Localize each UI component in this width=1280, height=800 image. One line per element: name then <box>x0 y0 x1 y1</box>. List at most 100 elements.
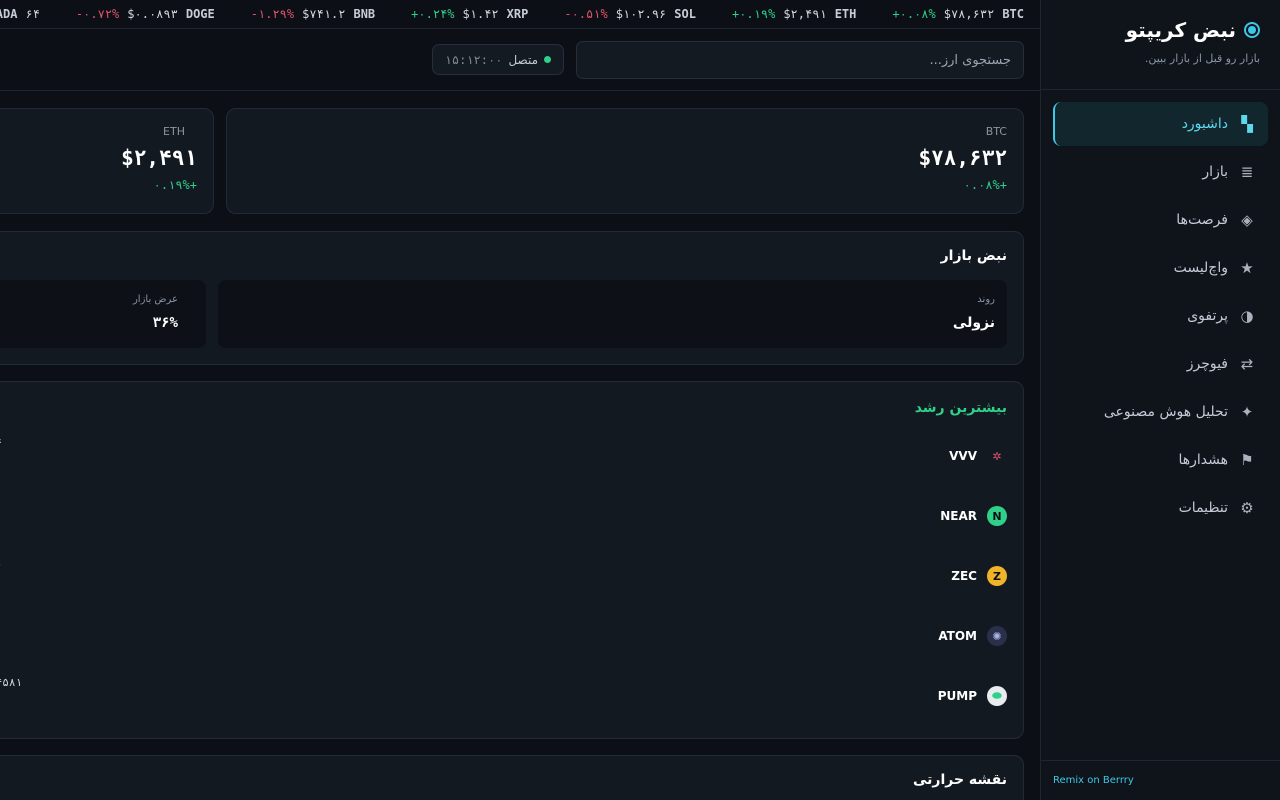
gainer-symbol: VVV <box>949 449 977 463</box>
ticker-change: -۱.۲۹% <box>250 7 295 21</box>
gainer-row-near[interactable]: N NEAR <box>940 501 1007 531</box>
pulse-box-breadth: عرض بازار ۳۶% <box>0 280 206 348</box>
search-input[interactable] <box>576 41 1024 79</box>
gainer-price: ۸۶ <box>0 436 2 449</box>
nav-item-label: هشدارها <box>1178 452 1228 468</box>
gainer-symbol: ZEC <box>951 569 977 583</box>
top-gainers-panel: بیشترین رشد ✲ VVV ۸۶ %+ N NEAR ۱ %+ Z ZE… <box>0 381 1024 739</box>
nav-item-futures[interactable]: ⇄ فیوچرز <box>1053 342 1268 386</box>
brand-row: نبض کریپتو <box>1061 18 1260 42</box>
flag-icon: ⚑ <box>1240 451 1254 469</box>
sidebar: نبض کریپتو بازار رو قبل از بازار ببین. ▚… <box>1040 0 1280 800</box>
gainer-price: ۷۱ <box>0 556 2 569</box>
ticker-change: +۰.۰۸% <box>892 7 936 21</box>
ticker-symbol: ETH <box>834 7 857 21</box>
ticker-symbol: BNB <box>353 7 376 21</box>
price-card-value: $۲,۴۹۱ <box>121 146 197 170</box>
ticker-price: ۶۴ <box>25 7 40 21</box>
gainer-row-zec[interactable]: Z ZEC <box>951 561 1007 591</box>
price-card-change: +۰.۰۸% <box>963 178 1007 192</box>
nav-item-opportunities[interactable]: ◈ فرصت‌ها <box>1053 198 1268 242</box>
ticker-item-btc[interactable]: +۰.۰۸% $۷۸,۶۳۲ BTC <box>892 7 1024 21</box>
price-card-btc[interactable]: BTC $۷۸,۶۳۲ +۰.۰۸% <box>226 108 1024 214</box>
nav-item-label: واچ‌لیست <box>1173 260 1228 276</box>
nav-item-label: بازار <box>1202 164 1228 180</box>
nav-item-dashboard[interactable]: ▚ داشبورد <box>1053 102 1268 146</box>
price-card-change: +۰.۱۹% <box>153 178 197 192</box>
nav-item-label: فرصت‌ها <box>1176 212 1228 228</box>
dashboard-icon: ▚ <box>1241 115 1253 133</box>
gainer-row-atom[interactable]: ✺ ATOM <box>938 621 1007 651</box>
nav-item-portfolio[interactable]: ◑ پرتفوی <box>1053 294 1268 338</box>
ticker-change: -۰.۵۱% <box>564 7 608 21</box>
pulse-box-label: عرض بازار <box>132 294 178 305</box>
gainer-row-vvv[interactable]: ✲ VVV <box>949 441 1007 471</box>
pulse-box-value: ۳۶% <box>152 315 178 331</box>
ticker-price: $۱.۴۲ <box>462 7 499 21</box>
nav-item-label: پرتفوی <box>1187 308 1228 324</box>
ticker-item-bnb[interactable]: -۱.۲۹% $۷۴۱.۲ BNB <box>251 7 375 21</box>
connection-status: متصل ۱۵:۱۲:۰۰ <box>431 44 564 75</box>
nav-item-market[interactable]: ≣ بازار <box>1053 150 1268 194</box>
sparkle-icon: ✦ <box>1240 403 1254 421</box>
ticker-price: $۱۰۲.۹۶ <box>615 7 667 21</box>
ticker-item-eth[interactable]: +۰.۱۹% $۲,۴۹۱ ETH <box>732 7 856 21</box>
gainer-price: ۰۴۵۸۱ <box>0 676 23 689</box>
ticker-price: $۷۸,۶۳۲ <box>943 7 995 21</box>
nav-item-label: فیوچرز <box>1186 356 1228 372</box>
status-time: ۱۵:۱۲:۰۰ <box>444 52 503 67</box>
near-icon: N <box>987 506 1007 526</box>
brand-title: نبض کریپتو <box>1125 18 1236 42</box>
heatmap-title: نقشه حرارتی <box>912 772 1007 788</box>
heatmap-panel: نقشه حرارتی <box>0 755 1024 800</box>
vvv-icon: ✲ <box>987 446 1007 466</box>
ticker-symbol: ADA <box>0 7 18 21</box>
nav-item-label: داشبورد <box>1181 116 1228 132</box>
ticker-item-doge[interactable]: -۰.۷۲% $۰.۰۸۹۳ DOGE <box>76 7 215 21</box>
top-bar: متصل ۱۵:۱۲:۰۰ <box>0 29 1040 91</box>
ticker-symbol: BTC <box>1002 7 1024 21</box>
ticker-price: $۷۴۱.۲ <box>302 7 346 21</box>
ticker-item-xrp[interactable]: +۰.۲۴% $۱.۴۲ XRP <box>411 7 528 21</box>
price-card-symbol: BTC <box>985 125 1007 138</box>
status-dot-icon <box>544 56 551 63</box>
market-pulse-panel: نبض بازار روند نزولی عرض بازار ۳۶% <box>0 231 1024 365</box>
remix-credit-link[interactable]: Remix on Berrry <box>1053 775 1134 786</box>
ticker-change: -۰.۷۲% <box>75 7 120 21</box>
status-label: متصل <box>508 52 538 67</box>
ticker-change: +۰.۱۹% <box>731 7 776 21</box>
brand: نبض کریپتو بازار رو قبل از بازار ببین. <box>1041 0 1280 90</box>
ticker-symbol: SOL <box>674 7 696 21</box>
nav-item-watchlist[interactable]: ★ واچ‌لیست <box>1053 246 1268 290</box>
gainer-row-pump[interactable]: ⬬ PUMP <box>938 681 1007 711</box>
zec-icon: Z <box>987 566 1007 586</box>
gainer-symbol: PUMP <box>937 689 977 703</box>
main-content: +۰.۰۸% $۷۸,۶۳۲ BTC +۰.۱۹% $۲,۴۹۱ ETH -۰.… <box>0 0 1040 800</box>
ticker-item-ada[interactable]: ADA ۶۴ <box>0 7 40 21</box>
nav-item-label: تحلیل هوش مصنوعی <box>1103 404 1228 420</box>
sidebar-nav: ▚ داشبورد ≣ بازار ◈ فرصت‌ها ★ واچ‌لیست ◑… <box>1041 90 1280 530</box>
ticker-change: +۰.۲۴% <box>411 7 455 21</box>
market-pulse-title: نبض بازار <box>940 248 1007 264</box>
ticker-symbol: XRP <box>506 7 529 21</box>
price-card-eth[interactable]: ETH $۲,۴۹۱ +۰.۱۹% <box>0 108 214 214</box>
ticker-price: $۰.۰۸۹۳ <box>127 7 178 21</box>
gainer-symbol: ATOM <box>938 629 977 643</box>
ticker-item-sol[interactable]: -۰.۵۱% $۱۰۲.۹۶ SOL <box>564 7 696 21</box>
top-gainers-title: بیشترین رشد <box>914 400 1007 416</box>
ticker-price: $۲,۴۹۱ <box>783 7 827 21</box>
swap-icon: ⇄ <box>1240 355 1254 373</box>
gear-icon: ⚙ <box>1240 499 1254 517</box>
nav-item-settings[interactable]: ⚙ تنظیمات <box>1053 486 1268 530</box>
pump-icon: ⬬ <box>987 686 1007 706</box>
sidebar-footer: Remix on Berrry <box>1041 760 1280 800</box>
brand-subtitle: بازار رو قبل از بازار ببین. <box>1144 52 1260 65</box>
pulse-box-label: روند <box>977 294 995 305</box>
nav-item-alerts[interactable]: ⚑ هشدارها <box>1053 438 1268 482</box>
gainer-symbol: NEAR <box>940 509 977 523</box>
price-card-symbol: ETH <box>163 125 185 138</box>
diamond-icon: ◈ <box>1241 211 1253 229</box>
nav-item-ai-analysis[interactable]: ✦ تحلیل هوش مصنوعی <box>1053 390 1268 434</box>
nav-item-label: تنظیمات <box>1178 500 1228 516</box>
star-icon: ★ <box>1240 259 1254 277</box>
